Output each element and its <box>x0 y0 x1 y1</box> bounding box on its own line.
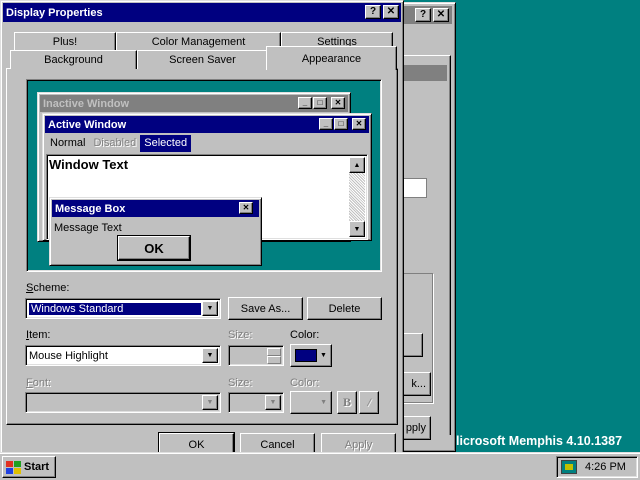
scroll-down-icon: ▼ <box>349 221 365 237</box>
tab-label: Appearance <box>301 52 362 65</box>
partial-button-label: k... <box>411 378 426 390</box>
cancel-label: Cancel <box>260 438 295 451</box>
preview-msgbox-title: Message Box <box>55 202 126 215</box>
start-button[interactable]: Start <box>2 456 56 478</box>
dialog-titlebar: Display Properties <box>3 3 401 22</box>
preview-msgbox-titlebar: Message Box <box>52 200 259 217</box>
chevron-down-icon: ▼ <box>320 352 327 359</box>
bold-icon: B <box>342 395 351 409</box>
preview-message-box: Message Box ✕ Message Text OK <box>49 197 262 266</box>
preview-msgbox-ok: OK <box>117 235 191 261</box>
save-as-label: Save As... <box>240 302 291 315</box>
close-icon: ✕ <box>352 118 366 130</box>
scheme-select[interactable]: Windows Standard ▼ <box>25 298 221 319</box>
preview-scrollbar: ▲ ▼ <box>349 157 365 237</box>
chevron-down-icon[interactable]: ▼ <box>202 348 218 363</box>
preview-menu-selected: Selected <box>140 135 192 152</box>
taskbar: Start 4:26 PM <box>0 452 640 480</box>
item-color-label: Color: <box>290 329 320 341</box>
item-size-label: Size: <box>228 329 253 341</box>
chevron-down-icon: ▼ <box>320 399 327 406</box>
font-size-label: Size: <box>228 377 253 389</box>
tab-label: Background <box>44 54 103 66</box>
dialog-title: Display Properties <box>6 6 103 19</box>
background-close-button[interactable]: ✕ <box>433 8 449 22</box>
save-as-button[interactable]: Save As... <box>228 297 303 320</box>
scroll-up-icon: ▲ <box>349 157 365 173</box>
close-icon: ✕ <box>239 202 253 214</box>
chevron-down-icon: ▼ <box>265 395 281 410</box>
spin-up-icon <box>267 348 281 356</box>
ok-label: OK <box>144 240 164 256</box>
item-color-swatch <box>295 349 317 362</box>
tab-label: Screen Saver <box>169 54 236 66</box>
minimize-icon: _ <box>298 97 312 109</box>
close-icon: ✕ <box>436 9 446 20</box>
preview-active-title: Active Window <box>48 118 127 131</box>
tab-label: Color Management <box>151 35 246 48</box>
maximize-icon: □ <box>313 97 327 109</box>
tab-color-management[interactable]: Color Management <box>116 32 281 50</box>
background-help-button[interactable]: ? <box>415 8 431 22</box>
system-tray: 4:26 PM <box>556 456 638 478</box>
preview-inactive-title: Inactive Window <box>43 97 130 110</box>
clock[interactable]: 4:26 PM <box>585 461 626 473</box>
close-icon: ✕ <box>331 97 345 109</box>
desktop-build-text: licrosoft Memphis 4.10.1387 <box>456 434 623 448</box>
italic-button: / <box>359 391 379 414</box>
italic-icon: / <box>367 395 371 409</box>
tab-screen-saver[interactable]: Screen Saver <box>137 50 268 69</box>
tab-label: Plus! <box>52 35 78 48</box>
preview-menu-disabled: Disabled <box>93 137 137 149</box>
windows-logo-icon <box>6 460 21 474</box>
preview-menu-normal: Normal <box>50 137 86 149</box>
tab-plus[interactable]: Plus! <box>14 32 116 50</box>
scheme-label: Scheme: <box>26 282 70 294</box>
item-select[interactable]: Mouse Highlight ▼ <box>25 345 221 366</box>
item-color-button[interactable]: ▼ <box>290 344 332 367</box>
apply-label: Apply <box>344 438 373 451</box>
help-icon: ? <box>369 6 377 17</box>
maximize-icon: □ <box>334 118 348 130</box>
minimize-icon: _ <box>319 118 333 130</box>
delete-button[interactable]: Delete <box>307 297 382 320</box>
spin-down-icon <box>267 356 281 364</box>
dialog-help-button[interactable]: ? <box>365 5 381 19</box>
dialog-close-button[interactable]: ✕ <box>383 5 399 19</box>
item-size-spinner <box>228 345 284 366</box>
ok-label: OK <box>188 438 205 451</box>
start-label: Start <box>24 461 50 473</box>
network-icon[interactable] <box>561 460 577 474</box>
preview-msgbox-text: Message Text <box>54 222 122 234</box>
tab-background[interactable]: Background <box>10 50 137 69</box>
font-color-label: Color: <box>290 377 320 389</box>
background-white-field <box>401 178 427 198</box>
chevron-down-icon[interactable]: ▼ <box>202 301 218 316</box>
appearance-preview: Inactive Window _ □ ✕ Active Window _ □ … <box>26 79 382 272</box>
display-properties-dialog: Display Properties ? ✕ Plus! Color Manag… <box>0 0 404 457</box>
chevron-down-icon: ▼ <box>202 395 218 410</box>
preview-window-text: Window Text <box>49 157 129 172</box>
delete-label: Delete <box>328 302 361 315</box>
font-select: ▼ <box>25 392 221 413</box>
item-label: Item: <box>26 329 51 341</box>
font-color-button: ▼ <box>290 391 332 414</box>
tab-appearance[interactable]: Appearance <box>266 46 397 70</box>
preview-menubar: Normal Disabled Selected <box>46 135 192 152</box>
scheme-select-value: Windows Standard <box>28 301 202 316</box>
help-icon: ? <box>419 9 427 20</box>
partial-button-label: pply <box>405 422 426 434</box>
item-select-value: Mouse Highlight <box>29 349 108 362</box>
font-size-select: ▼ <box>228 392 284 413</box>
font-label: Font: <box>26 377 52 389</box>
close-icon: ✕ <box>386 6 396 17</box>
bold-button: B <box>337 391 357 414</box>
